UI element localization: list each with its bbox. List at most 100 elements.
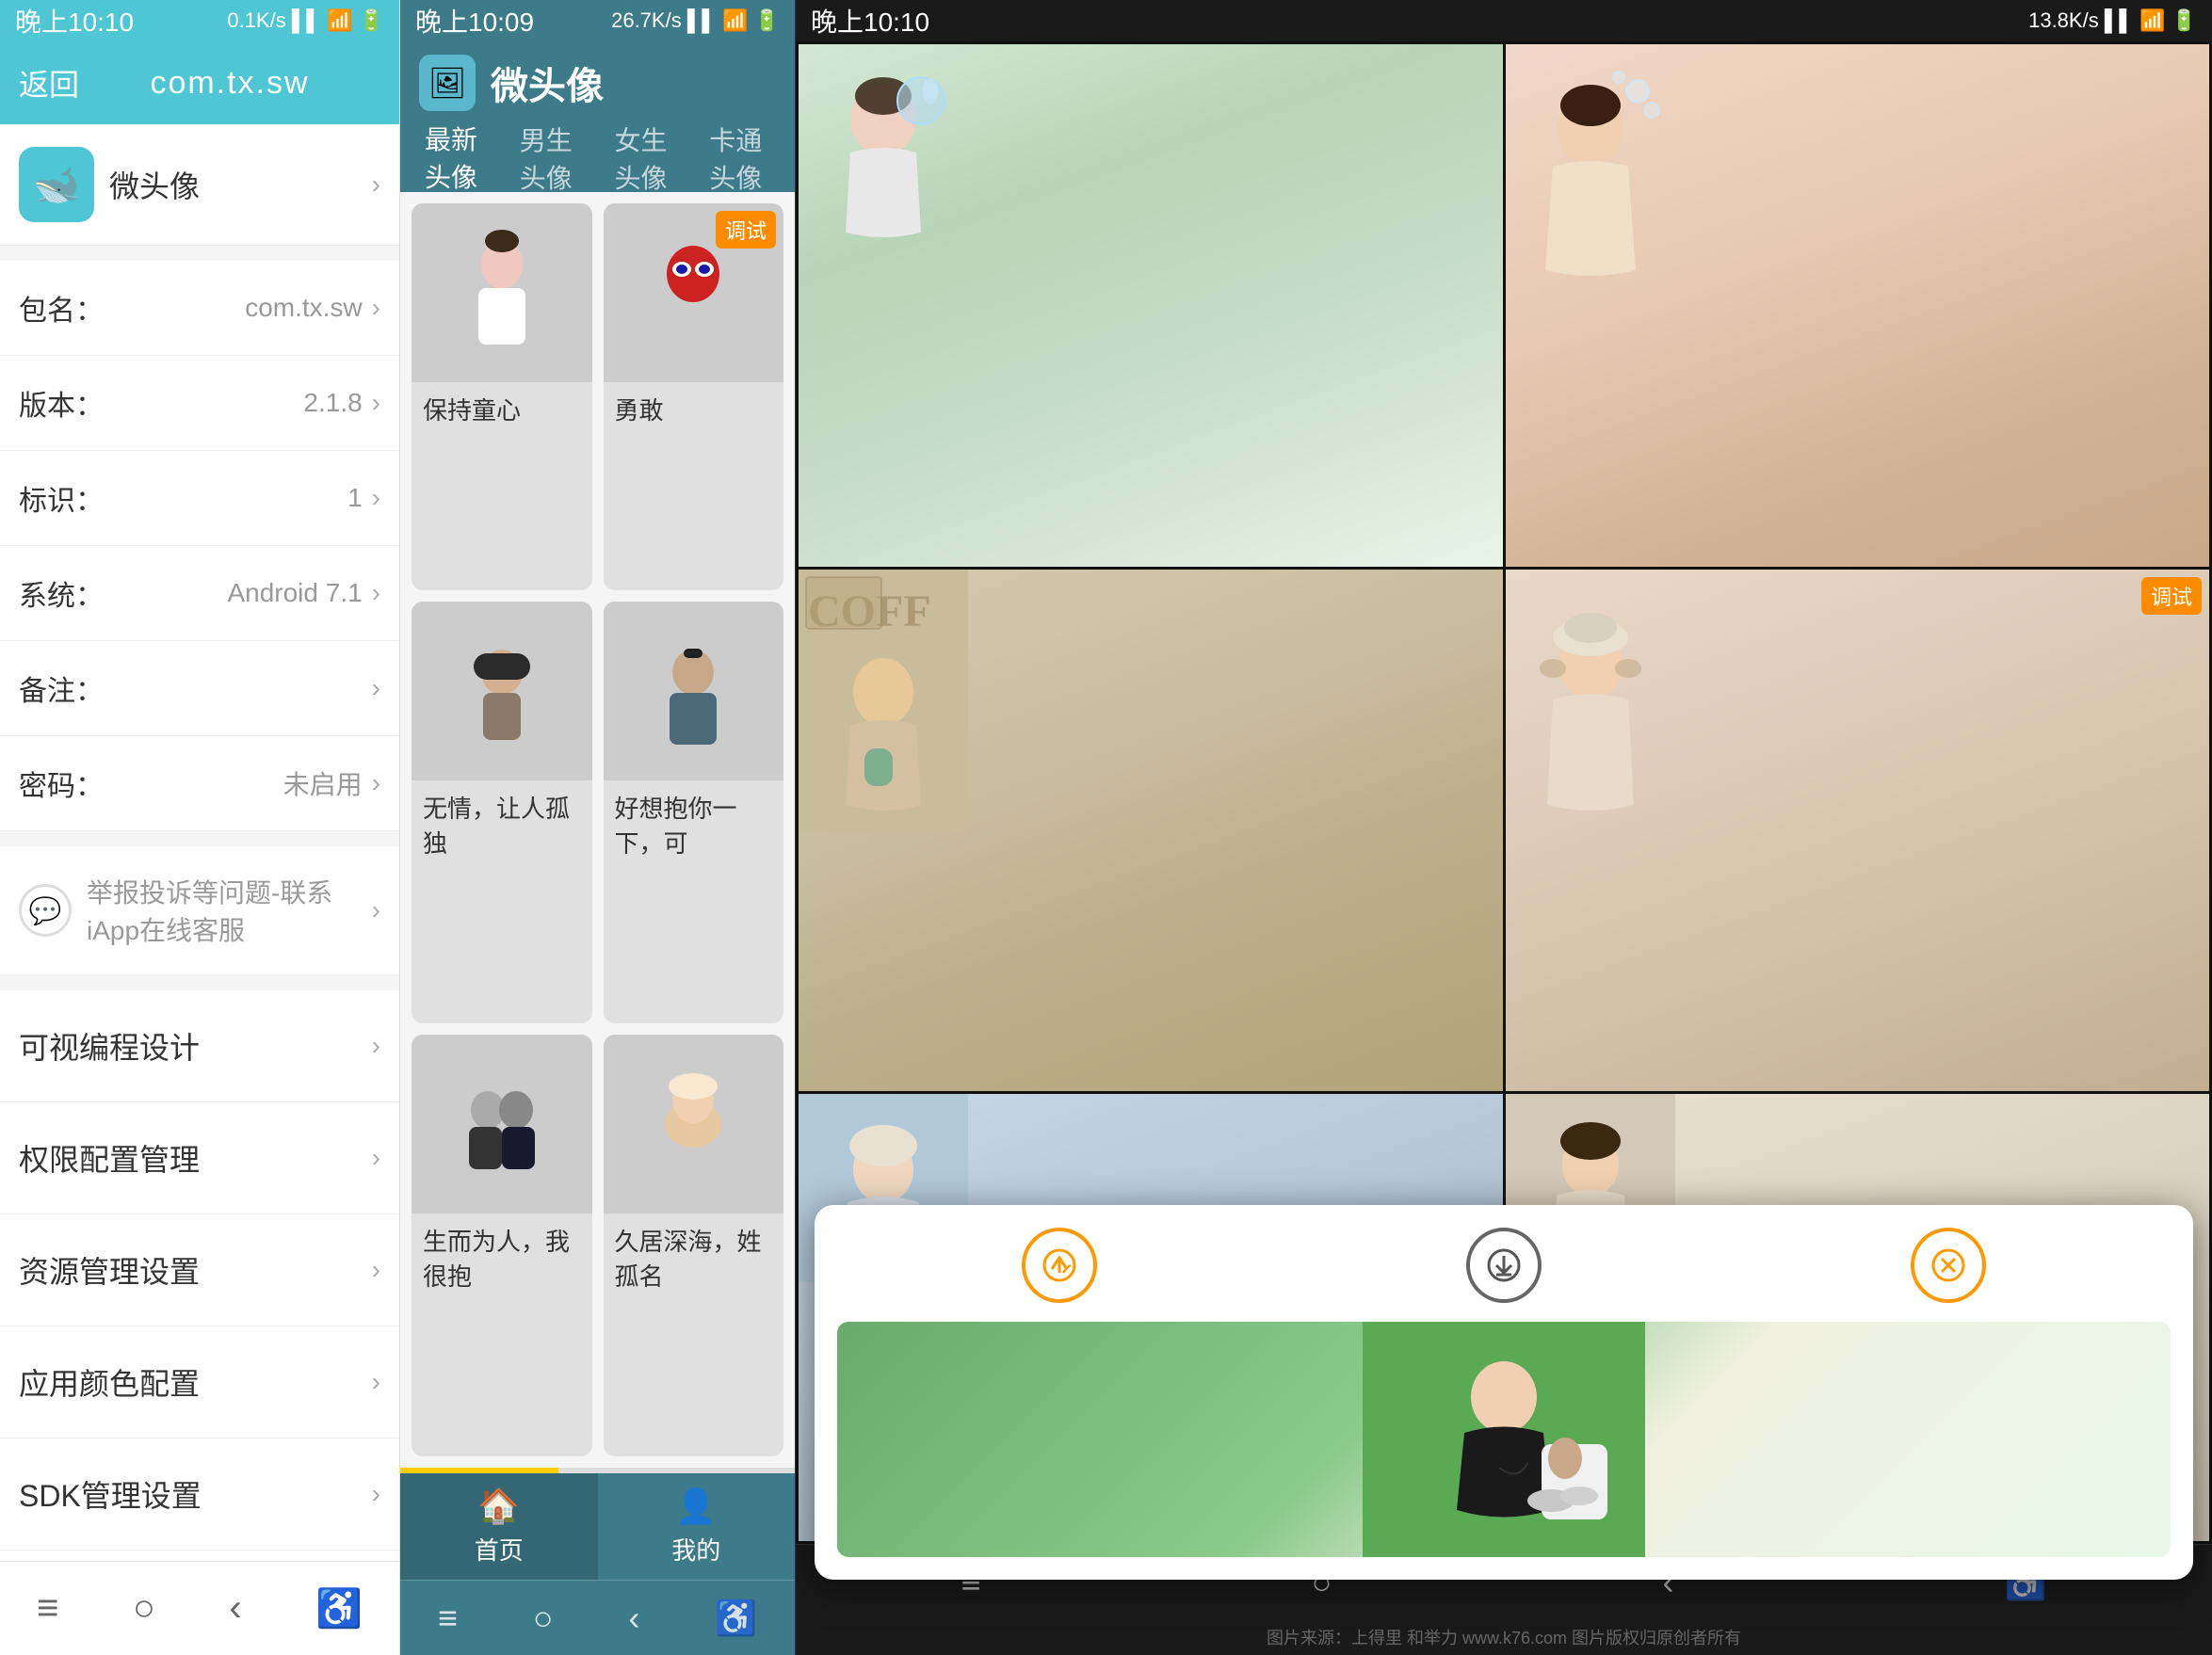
photo-1 [1506,44,2210,567]
label-system: 系统： [19,572,113,614]
chevron-icon: › [372,169,380,200]
chevron-menu-4: › [372,1479,380,1509]
home-nav-2[interactable]: ○ [533,1599,554,1638]
app-header-info: 微头像 › [109,163,380,206]
chat-icon: 💬 [19,884,72,937]
back-button[interactable]: 返回 [19,61,79,104]
panel1-title: com.tx.sw [150,65,309,102]
footer-note: 图片来源：上得里 和举力 www.k76.com 图片版权归原创者所有 [796,1619,2212,1655]
grid-item-4[interactable]: 生而为人，我很抱 [412,1035,592,1456]
status-icons-2: 26.7K/s ▌▌ 📶 🔋 [611,8,780,33]
grid-item-5[interactable]: 久居深海，姓孤名 [604,1035,784,1456]
app-name: 微头像 [109,163,200,206]
grid-item-3[interactable]: 好想抱你一下，可 [604,602,784,1023]
label-id: 标识： [19,477,113,519]
menu-item-visual-design[interactable]: 可视编程设计 › [0,990,399,1102]
panel2-title: 微头像 [491,56,604,110]
menu-item-resources[interactable]: 资源管理设置 › [0,1214,399,1326]
nav-home[interactable]: 🏠 首页 [400,1473,598,1580]
photo-2: COFF [799,570,1503,1092]
status-bar-3: 晚上10:10 13.8K/s ▌▌ 📶 🔋 [796,0,2212,41]
info-row-id[interactable]: 标识： 1 › [0,451,399,546]
chevron-icon-note: › [372,673,380,703]
info-row-system[interactable]: 系统： Android 7.1 › [0,546,399,641]
top-bar-1: 返回 com.tx.sw [0,41,399,124]
tab-cartoon[interactable]: 卡通头像 [694,111,785,205]
report-text: 举报投诉等问题-联系iApp在线客服 [87,873,372,948]
info-row-version[interactable]: 版本： 2.1.8 › [0,356,399,451]
app-icon-2: 🖼 [419,55,476,111]
info-row-password[interactable]: 密码： 未启用 › [0,736,399,831]
time-2: 晚上10:09 [415,2,534,40]
info-row-package[interactable]: 包名： com.tx.sw › [0,261,399,356]
grid-item-2[interactable]: 无情，让人孤独 [412,602,592,1023]
menu-nav-2[interactable]: ≡ [438,1599,458,1638]
value-id: 1 [113,483,363,513]
tab-female[interactable]: 女生头像 [600,111,691,205]
back-nav-icon[interactable]: ‹ [229,1587,241,1630]
photo-0 [799,44,1503,567]
accessibility-nav-icon[interactable]: ♿ [315,1586,363,1631]
app-header-row[interactable]: 🐋 微头像 › [0,124,399,246]
value-system: Android 7.1 [113,578,363,608]
menu-nav-icon[interactable]: ≡ [37,1587,58,1630]
menu-label-2: 资源管理设置 [19,1248,372,1292]
label-version: 版本： [19,382,113,424]
grid-caption-4: 生而为人，我很抱 [412,1213,592,1306]
photo-cell-1[interactable] [1506,44,2210,567]
photo-cell-3[interactable]: 调试 [1506,570,2210,1092]
chevron-icon-sys: › [372,578,380,608]
info-row-note[interactable]: 备注： › [0,641,399,736]
photo-cell-2[interactable]: COFF [799,570,1503,1092]
chevron-icon-pkg: › [372,293,380,323]
nav-mine[interactable]: 👤 我的 [598,1473,796,1580]
menu-item-permissions[interactable]: 权限配置管理 › [0,1102,399,1214]
back-nav-2[interactable]: ‹ [628,1599,639,1638]
status-icons-3: 13.8K/s ▌▌ 📶 🔋 [2028,8,2197,33]
debug-badge-3: 调试 [2141,577,2202,615]
value-password: 未启用 [113,764,363,802]
menu-item-sdk[interactable]: SDK管理设置 › [0,1438,399,1551]
access-nav-2[interactable]: ♿ [715,1599,757,1638]
report-row[interactable]: 💬 举报投诉等问题-联系iApp在线客服 › [0,846,399,975]
grid-image-4 [412,1035,592,1213]
status-bar-1: 晚上10:10 0.1K/s ▌▌ 📶 🔋 [0,0,399,41]
popup-actions [837,1228,2171,1303]
grid-caption-3: 好想抱你一下，可 [604,780,784,873]
popup-card [815,1205,2193,1580]
app-icon: 🐋 [19,147,94,222]
grid-caption-0: 保持童心 [412,382,592,440]
photo-3: 调试 [1506,570,2210,1092]
share-button[interactable] [1022,1228,1097,1303]
nav-bar-1: ≡ ○ ‹ ♿ [0,1561,399,1655]
popup-preview-image [837,1322,2171,1557]
menu-label-1: 权限配置管理 [19,1136,372,1180]
chevron-menu-1: › [372,1143,380,1173]
chevron-menu-2: › [372,1255,380,1285]
grid-caption-5: 久居深海，姓孤名 [604,1213,784,1306]
home-nav-icon[interactable]: ○ [133,1587,155,1630]
debug-badge-1: 调试 [716,211,776,249]
photo-cell-0[interactable] [799,44,1503,567]
status-icons-1: 0.1K/s ▌▌ 📶 🔋 [227,8,384,33]
chevron-menu-3: › [372,1367,380,1397]
grid-item-1[interactable]: 调试 勇敢 [604,203,784,590]
menu-label-4: SDK管理设置 [19,1472,372,1516]
menu-item-colors[interactable]: 应用颜色配置 › [0,1326,399,1438]
menu-item-components[interactable]: 组件管理设置 › [0,1551,399,1561]
photo-grid-2: 保持童心 调试 勇敢 [400,192,795,1468]
tab-male[interactable]: 男生头像 [505,111,596,205]
photo-view-panel: 晚上10:10 13.8K/s ▌▌ 📶 🔋 [795,0,2212,1655]
info-list: 包名： com.tx.sw › 版本： 2.1.8 › 标识： 1 › 系统： … [0,261,399,831]
grid-image-0 [412,203,592,382]
download-button[interactable] [1466,1228,1542,1303]
grid-item-0[interactable]: 保持童心 [412,203,592,590]
category-tabs: 最新头像 男生头像 女生头像 卡通头像 [400,124,795,192]
time-1: 晚上10:10 [15,2,134,40]
mine-nav-label: 我的 [671,1532,720,1567]
close-button[interactable] [1911,1228,1986,1303]
settings-panel: 晚上10:10 0.1K/s ▌▌ 📶 🔋 返回 com.tx.sw 🐋 微头像… [0,0,399,1655]
label-note: 备注： [19,667,113,709]
label-package: 包名： [19,287,113,329]
home-icon: 🏠 [477,1486,520,1526]
